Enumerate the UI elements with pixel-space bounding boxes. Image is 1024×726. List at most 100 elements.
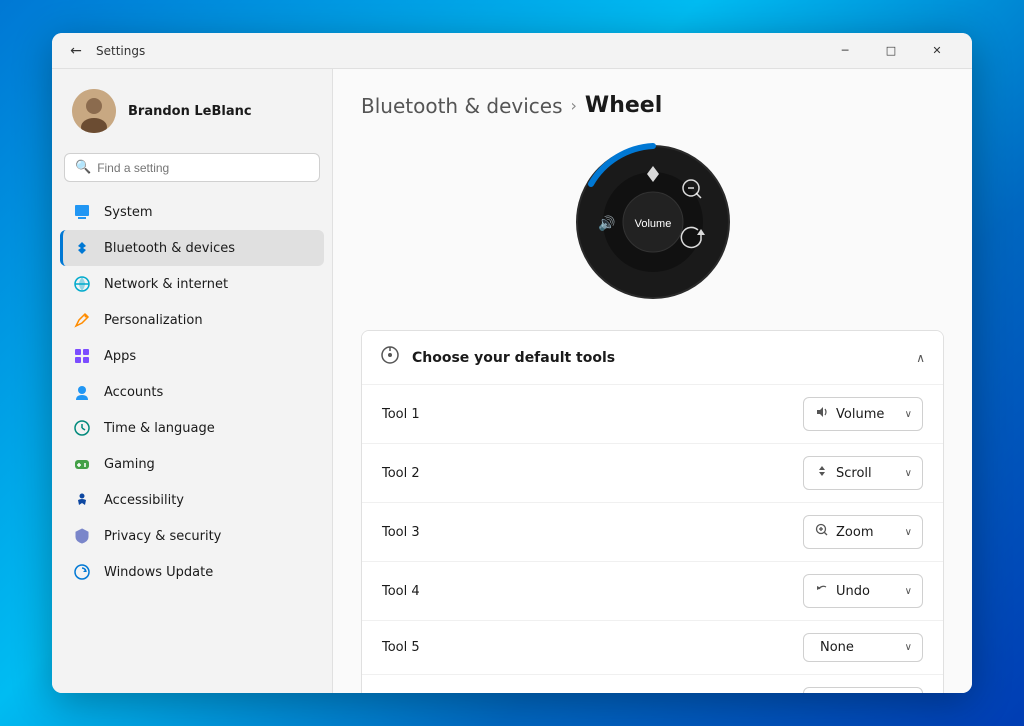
sidebar-item-label: Personalization: [104, 313, 203, 328]
section-chevron: ∧: [916, 351, 925, 365]
minimize-button[interactable]: ─: [822, 33, 868, 69]
tool-label-1: Tool 1: [382, 407, 420, 422]
tool-icon-3: [814, 522, 830, 542]
svg-text:🔊: 🔊: [598, 214, 615, 232]
titlebar: ← Settings ─ □ ✕: [52, 33, 972, 69]
tools-list: Tool 1 Volume ∨ Tool 2 Scroll ∨ Tool 3 Z…: [362, 384, 943, 693]
user-profile[interactable]: Brandon LeBlanc: [60, 81, 324, 141]
tool-select-1[interactable]: Volume ∨: [803, 397, 923, 431]
tools-section: Choose your default tools ∧ Tool 1 Volum…: [361, 330, 944, 693]
sidebar-item-label: Time & language: [104, 421, 215, 436]
sidebar-item-gaming[interactable]: Gaming: [60, 446, 324, 482]
tool-row-3: Tool 3 Zoom ∨: [362, 502, 943, 561]
search-icon: 🔍: [75, 160, 91, 175]
tool-chevron-4: ∨: [905, 586, 912, 597]
sidebar-item-label: Gaming: [104, 457, 155, 472]
breadcrumb-separator: ›: [571, 96, 577, 115]
wheel-visual: Volume 🔊: [573, 142, 733, 302]
tool-row-5: Tool 5 None ∨: [362, 620, 943, 674]
section-title: Choose your default tools: [412, 350, 615, 366]
maximize-button[interactable]: □: [868, 33, 914, 69]
sidebar-item-label: System: [104, 205, 152, 220]
window-title: Settings: [96, 44, 145, 58]
sidebar-item-label: Accessibility: [104, 493, 184, 508]
tool-row-2: Tool 2 Scroll ∨: [362, 443, 943, 502]
tool-select-inner-1: Volume: [814, 404, 884, 424]
privacy-icon: [72, 526, 92, 546]
tool-chevron-5: ∨: [905, 642, 912, 653]
update-icon: [72, 562, 92, 582]
tool-value-3: Zoom: [836, 525, 873, 540]
gaming-icon: [72, 454, 92, 474]
tool-icon-1: [814, 404, 830, 424]
tool-icon-2: [814, 463, 830, 483]
tool-value-2: Scroll: [836, 466, 872, 481]
accessibility-icon: [72, 490, 92, 510]
search-box[interactable]: 🔍: [64, 153, 320, 182]
system-icon: [72, 202, 92, 222]
time-icon: [72, 418, 92, 438]
tool-row-4: Tool 4 Undo ∨: [362, 561, 943, 620]
tool-value-5: None: [820, 640, 854, 655]
accounts-icon: [72, 382, 92, 402]
tool-select-6[interactable]: None ∨: [803, 687, 923, 693]
sidebar-item-label: Bluetooth & devices: [104, 241, 235, 256]
close-button[interactable]: ✕: [914, 33, 960, 69]
sidebar-item-bluetooth[interactable]: Bluetooth & devices: [60, 230, 324, 266]
sidebar-item-network[interactable]: Network & internet: [60, 266, 324, 302]
window-controls: ─ □ ✕: [822, 33, 960, 69]
tool-row-1: Tool 1 Volume ∨: [362, 384, 943, 443]
tool-row-6: Tool 6 None ∨: [362, 674, 943, 693]
sidebar-item-label: Apps: [104, 349, 136, 364]
avatar: [72, 89, 116, 133]
nav-list: System Bluetooth & devices Network & int…: [60, 194, 324, 590]
page-title: Wheel: [585, 93, 662, 118]
page-header: Bluetooth & devices › Wheel: [361, 93, 944, 118]
svg-text:Volume: Volume: [634, 218, 671, 230]
network-icon: [72, 274, 92, 294]
tool-select-3[interactable]: Zoom ∨: [803, 515, 923, 549]
sidebar-item-system[interactable]: System: [60, 194, 324, 230]
tool-select-4[interactable]: Undo ∨: [803, 574, 923, 608]
tool-value-4: Undo: [836, 584, 870, 599]
personalization-icon: [72, 310, 92, 330]
sidebar-item-label: Privacy & security: [104, 529, 221, 544]
tool-icon-4: [814, 581, 830, 601]
main-content: Bluetooth & devices › Wheel: [332, 69, 972, 693]
wheel-container: Volume 🔊: [361, 142, 944, 302]
search-input[interactable]: [97, 161, 309, 175]
tool-select-2[interactable]: Scroll ∨: [803, 456, 923, 490]
tool-select-5[interactable]: None ∨: [803, 633, 923, 662]
tool-label-5: Tool 5: [382, 640, 420, 655]
tool-chevron-2: ∨: [905, 468, 912, 479]
apps-icon: [72, 346, 92, 366]
tool-value-1: Volume: [836, 407, 884, 422]
user-name: Brandon LeBlanc: [128, 104, 252, 119]
tool-label-3: Tool 3: [382, 525, 420, 540]
sidebar: Brandon LeBlanc 🔍 System Bluetooth & dev…: [52, 69, 332, 693]
sidebar-item-accessibility[interactable]: Accessibility: [60, 482, 324, 518]
sidebar-item-update[interactable]: Windows Update: [60, 554, 324, 590]
tool-select-inner-3: Zoom: [814, 522, 873, 542]
back-button[interactable]: ←: [64, 39, 88, 63]
sidebar-item-accounts[interactable]: Accounts: [60, 374, 324, 410]
tool-label-2: Tool 2: [382, 466, 420, 481]
settings-window: ← Settings ─ □ ✕ Brandon LeBlanc: [52, 33, 972, 693]
section-header[interactable]: Choose your default tools ∧: [362, 331, 943, 384]
bluetooth-icon: [72, 238, 92, 258]
content-area: Brandon LeBlanc 🔍 System Bluetooth & dev…: [52, 69, 972, 693]
sidebar-item-label: Windows Update: [104, 565, 213, 580]
breadcrumb-parent[interactable]: Bluetooth & devices: [361, 94, 563, 118]
section-header-left: Choose your default tools: [380, 345, 615, 370]
sidebar-item-personalization[interactable]: Personalization: [60, 302, 324, 338]
sidebar-item-label: Network & internet: [104, 277, 228, 292]
sidebar-item-time[interactable]: Time & language: [60, 410, 324, 446]
tools-icon: [380, 345, 400, 370]
sidebar-item-privacy[interactable]: Privacy & security: [60, 518, 324, 554]
tool-select-inner-2: Scroll: [814, 463, 872, 483]
sidebar-item-apps[interactable]: Apps: [60, 338, 324, 374]
tool-select-inner-5: None: [814, 640, 854, 655]
sidebar-item-label: Accounts: [104, 385, 163, 400]
tool-chevron-1: ∨: [905, 409, 912, 420]
tool-select-inner-4: Undo: [814, 581, 870, 601]
